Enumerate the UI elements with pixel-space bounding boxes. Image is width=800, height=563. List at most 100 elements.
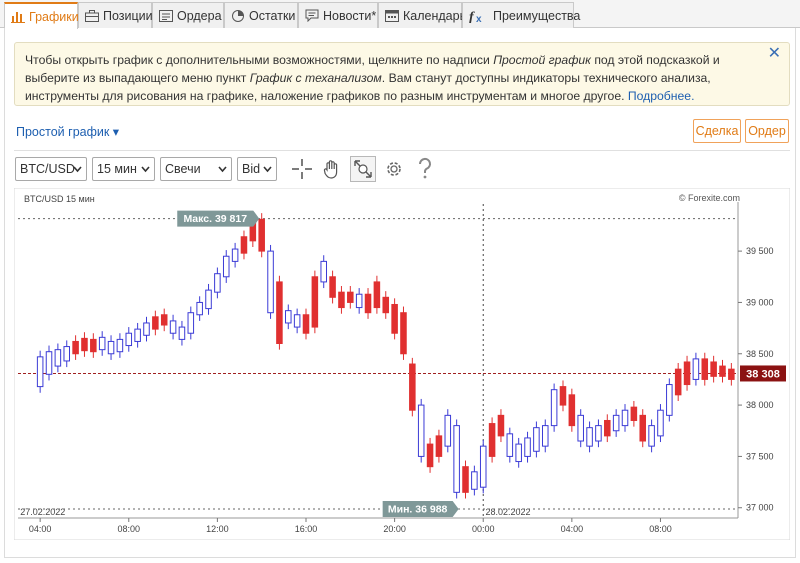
bar-chart-icon <box>11 10 25 24</box>
candle-body <box>435 435 443 457</box>
candle-body <box>90 338 97 353</box>
candle-body <box>36 356 44 388</box>
candle-body <box>701 358 709 380</box>
candle-body <box>178 326 186 340</box>
x-tick-label: 16:00 <box>295 524 318 534</box>
candle-body <box>604 419 611 437</box>
tab-label: Ордера <box>177 8 222 23</box>
candle-body <box>72 340 79 355</box>
price-chart[interactable]: BTC/USD 15 мин © Forexite.com 37 000 37 5… <box>13 187 791 541</box>
tab-orders[interactable]: Ордера <box>152 2 224 28</box>
candle-body <box>657 409 664 437</box>
gear-icon <box>387 162 401 176</box>
candle-body <box>728 368 735 380</box>
candle-body <box>45 351 53 375</box>
min-label: Мин. 36 988 <box>388 503 448 515</box>
candle-body <box>674 368 682 396</box>
candle-body <box>630 406 638 421</box>
tab-label: Преимущества <box>493 8 581 23</box>
candle-body <box>54 349 62 367</box>
crosshair-tool[interactable] <box>289 156 315 182</box>
y-tick-label: 38 000 <box>746 400 774 410</box>
close-icon[interactable]: ✕ <box>768 45 781 63</box>
candle-body <box>409 363 416 411</box>
candle-body <box>506 433 514 457</box>
simple-chart-dropdown[interactable]: Простой график ▾ <box>16 124 119 139</box>
tab-balances[interactable]: Остатки <box>224 2 298 28</box>
symbol-value: BTC/USD <box>20 162 75 176</box>
tab-bar: Графики Позиции Ордера Остатки Новости* … <box>0 0 800 29</box>
x-tick-label: 08:00 <box>118 524 141 534</box>
y-tick-label: 37 500 <box>746 451 774 461</box>
chart-type-value: Свечи <box>165 162 201 176</box>
candle-body <box>81 337 88 352</box>
crosshair-icon <box>292 159 312 179</box>
tab-label: Позиции <box>103 8 153 23</box>
candle-body <box>577 414 584 442</box>
candle-body <box>320 260 327 283</box>
y-tick-label: 39 500 <box>746 246 774 256</box>
y-tick-label: 37 000 <box>746 503 774 513</box>
candle-body <box>258 218 265 252</box>
balance-icon <box>231 9 245 23</box>
candle-body <box>648 425 655 447</box>
x-tick-label: 00:00 <box>472 524 495 534</box>
fx-icon: fx <box>469 9 489 23</box>
hint-text-simple: Простой график <box>493 53 591 67</box>
candle-body <box>453 425 460 493</box>
news-icon <box>305 9 319 23</box>
interval-select[interactable]: 15 мин <box>92 157 155 181</box>
candle-body <box>400 312 407 355</box>
y-tick-label: 39 000 <box>746 297 774 307</box>
tab-positions[interactable]: Позиции <box>78 2 153 28</box>
zoom-tool[interactable] <box>350 156 376 182</box>
candle-body <box>683 361 691 386</box>
candle-body <box>143 322 150 336</box>
order-button[interactable]: Ордер <box>745 119 789 143</box>
symbol-select[interactable]: BTC/USD <box>15 157 87 181</box>
pan-tool[interactable] <box>319 156 345 182</box>
tab-charts[interactable]: Графики <box>4 2 79 29</box>
candle-body <box>559 386 567 406</box>
candle-body <box>240 236 248 254</box>
x-tick-label: 04:00 <box>561 524 584 534</box>
tab-news[interactable]: Новости* <box>298 2 378 28</box>
hand-icon <box>323 160 338 179</box>
orders-icon <box>159 9 173 23</box>
chevron-down-icon <box>141 166 150 173</box>
candle-body <box>364 293 372 314</box>
candle-body <box>329 276 336 298</box>
briefcase-icon <box>85 9 99 23</box>
max-label: Макс. 39 817 <box>183 213 247 225</box>
candle-body <box>293 314 301 328</box>
deal-button[interactable]: Сделка <box>693 119 741 143</box>
settings-tool[interactable] <box>381 156 407 182</box>
tab-label: Новости* <box>323 8 377 23</box>
candle-body <box>719 365 726 377</box>
candle-body <box>214 273 221 293</box>
candle-body <box>515 443 522 463</box>
chevron-down-icon <box>73 166 82 173</box>
tab-calendar[interactable]: Календарь <box>378 2 466 28</box>
candle-body <box>586 427 593 447</box>
chart-svg[interactable]: BTC/USD 15 мин © Forexite.com 37 000 37 5… <box>13 187 791 541</box>
candle-body <box>533 427 540 452</box>
candle-body <box>347 291 354 303</box>
candle-body <box>134 328 141 342</box>
candle-body <box>338 291 345 309</box>
candle-body <box>373 281 381 309</box>
interval-value: 15 мин <box>97 162 137 176</box>
hint-more-link[interactable]: Подробнее. <box>628 89 695 103</box>
candle-body <box>63 346 71 362</box>
x-tick-label: 04:00 <box>29 524 52 534</box>
chart-type-select[interactable]: Свечи <box>160 157 232 181</box>
tab-advantages[interactable]: fx Преимущества <box>462 2 580 28</box>
chevron-down-icon <box>263 166 272 173</box>
help-icon <box>418 157 431 179</box>
chart-title: BTC/USD 15 мин <box>24 194 95 204</box>
candle-body <box>355 293 363 309</box>
price-type-select[interactable]: Bid <box>237 157 277 181</box>
candle-body <box>160 314 168 326</box>
help-tool[interactable] <box>412 156 438 182</box>
hint-box: Чтобы открыть график с дополнительными в… <box>14 42 790 106</box>
